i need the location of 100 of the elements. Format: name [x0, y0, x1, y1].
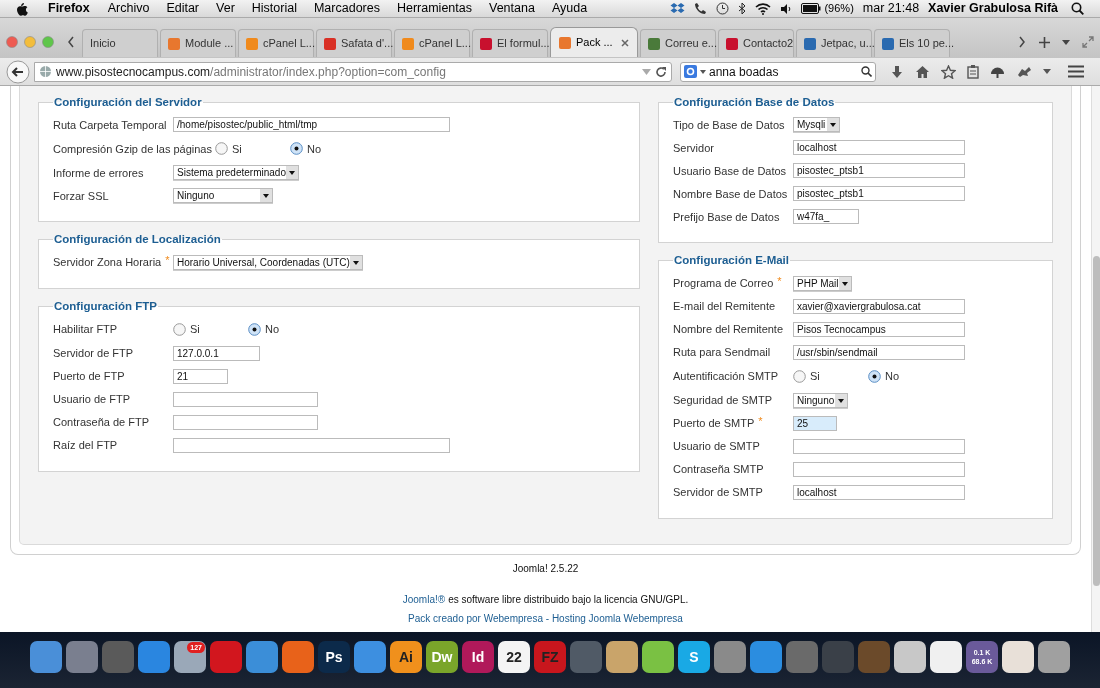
radio-button[interactable] [868, 369, 881, 383]
chevron-left-icon[interactable] [66, 35, 76, 49]
dropdown[interactable]: Horario Universal, Coordenadas (UTC) [173, 254, 363, 270]
text-field[interactable]: pisostec_ptsb1 [793, 163, 965, 179]
menu-item[interactable]: Archivo [107, 0, 150, 18]
browser-tab[interactable]: Jetpac, u... [796, 29, 872, 57]
phone-icon[interactable] [694, 2, 708, 15]
browser-tab[interactable]: Correu e... [640, 29, 716, 57]
dropdown[interactable]: Ninguno [793, 392, 848, 408]
star-icon[interactable] [941, 64, 956, 79]
radio-option[interactable]: No [868, 367, 943, 385]
section-title: Configuración FTP [53, 298, 158, 314]
dock-app-icon[interactable] [1002, 641, 1034, 673]
caret-down-icon[interactable] [700, 69, 706, 74]
credits-link[interactable]: Pack creado por Webempresa - Hosting Joomla Webempresa [408, 610, 683, 626]
field-label: Servidor de FTP [53, 346, 134, 361]
radio-option[interactable]: Si [215, 140, 290, 157]
dropdown[interactable]: Mysqli [793, 117, 840, 133]
search-field[interactable]: anna boadas [680, 61, 876, 82]
menu-item[interactable]: Editar [166, 0, 200, 18]
dock-app-icon[interactable]: Ps [318, 641, 350, 673]
menu-item[interactable]: Herramientas [396, 0, 472, 18]
radio-button[interactable] [248, 322, 261, 336]
menu-item[interactable]: Ventana [489, 0, 535, 18]
battery-icon[interactable] [801, 3, 822, 14]
dock-app-icon[interactable]: 22 [498, 641, 530, 673]
dropdown[interactable]: Ninguno [173, 188, 273, 204]
back-icon[interactable] [6, 59, 30, 84]
browser-tab[interactable]: Safata d'... [316, 29, 392, 57]
text-field[interactable]: /home/pisostec/public_html/tmp [173, 117, 450, 133]
fullscreen-icon[interactable] [1082, 36, 1094, 48]
caret-down-icon[interactable] [1043, 69, 1051, 74]
search-icon[interactable] [861, 66, 872, 77]
browser-tab[interactable]: El formul... [472, 29, 548, 57]
dropdown[interactable]: PHP Mail [793, 275, 852, 291]
browser-tab[interactable]: Pack ... [550, 27, 638, 57]
dock-app-icon[interactable] [642, 641, 674, 673]
menu-item[interactable]: Ayuda [551, 0, 588, 18]
menu-icon[interactable] [1068, 65, 1084, 78]
caret-down-icon[interactable] [1062, 39, 1070, 45]
dock-app-icon[interactable] [1038, 641, 1070, 673]
menu-item[interactable]: Historial [251, 0, 297, 18]
radio-button[interactable] [290, 142, 303, 156]
clock-icon[interactable] [716, 2, 730, 15]
google-logo-icon [684, 65, 697, 78]
bluetooth-icon[interactable] [738, 2, 747, 15]
text-field[interactable]: 21 [173, 368, 228, 384]
menu-item[interactable]: Ver [216, 0, 235, 18]
dock-app-icon[interactable] [606, 641, 638, 673]
text-field[interactable]: w47fa_ [793, 209, 859, 225]
user-name[interactable]: Xavier Grabulosa Rifà [928, 0, 1058, 18]
app-menu[interactable]: Firefox [48, 0, 90, 18]
plus-icon[interactable] [1039, 36, 1050, 48]
text-field[interactable]: /usr/sbin/sendmail [793, 344, 965, 360]
text-field[interactable]: Pisos Tecnocampus [793, 321, 965, 337]
dock-app-icon[interactable] [930, 641, 962, 673]
text-field[interactable]: 127.0.0.1 [173, 345, 260, 361]
reload-icon[interactable] [655, 65, 667, 78]
home-icon[interactable] [915, 64, 930, 79]
volume-icon[interactable] [780, 2, 793, 15]
joomla-link[interactable]: Joomla!® [402, 591, 446, 607]
address-bar[interactable]: www.pisostecnocampus.com/administrator/index.php?option=com_config [34, 61, 672, 82]
browser-tab[interactable]: cPanel L... [238, 29, 314, 57]
text-field[interactable] [793, 461, 965, 477]
text-field[interactable]: localhost [793, 484, 965, 500]
clipboard-icon[interactable] [967, 64, 979, 79]
wifi-icon[interactable] [755, 2, 772, 15]
radio-button[interactable] [173, 322, 186, 336]
scrollbar-thumb[interactable] [1092, 256, 1100, 586]
dock-app-icon[interactable] [894, 641, 926, 673]
text-field[interactable] [173, 414, 318, 430]
radio-button[interactable] [215, 142, 228, 156]
radio-option[interactable]: No [290, 140, 365, 157]
text-field[interactable] [173, 391, 318, 407]
browser-tab[interactable]: Contacto2 [718, 29, 794, 57]
text-field[interactable] [173, 437, 450, 453]
radio-option[interactable]: Si [793, 367, 868, 385]
dock-app-icon[interactable]: Id [462, 641, 494, 673]
browser-tab[interactable]: Inicio [82, 29, 158, 57]
apple-logo-icon[interactable] [16, 1, 28, 16]
text-field[interactable] [793, 438, 965, 454]
radio-option[interactable]: No [248, 321, 323, 338]
radio-button[interactable] [793, 369, 806, 383]
field-label: Puerto de SMTP [673, 415, 755, 431]
text-field[interactable]: xavier@xaviergrabulosa.cat [793, 298, 965, 314]
dropbox-icon[interactable] [670, 2, 686, 15]
radio-option[interactable]: Si [173, 321, 248, 338]
search-icon[interactable] [1071, 2, 1084, 15]
chevron-right-icon[interactable] [1017, 35, 1027, 49]
dropdown[interactable]: Sistema predeterminado [173, 165, 299, 181]
close-icon[interactable] [621, 38, 629, 47]
text-field[interactable]: pisostec_ptsb1 [793, 186, 965, 202]
clock[interactable]: mar 21:48 [862, 0, 920, 18]
browser-tab[interactable]: Module ... [160, 29, 236, 57]
dock-app-icon[interactable]: Ai [390, 641, 422, 673]
text-field[interactable]: localhost [793, 140, 965, 156]
text-field[interactable]: 25 [793, 415, 837, 431]
menu-item[interactable]: Marcadores [313, 0, 380, 18]
browser-tab[interactable]: cPanel L... [394, 29, 470, 57]
download-icon[interactable] [890, 64, 904, 79]
